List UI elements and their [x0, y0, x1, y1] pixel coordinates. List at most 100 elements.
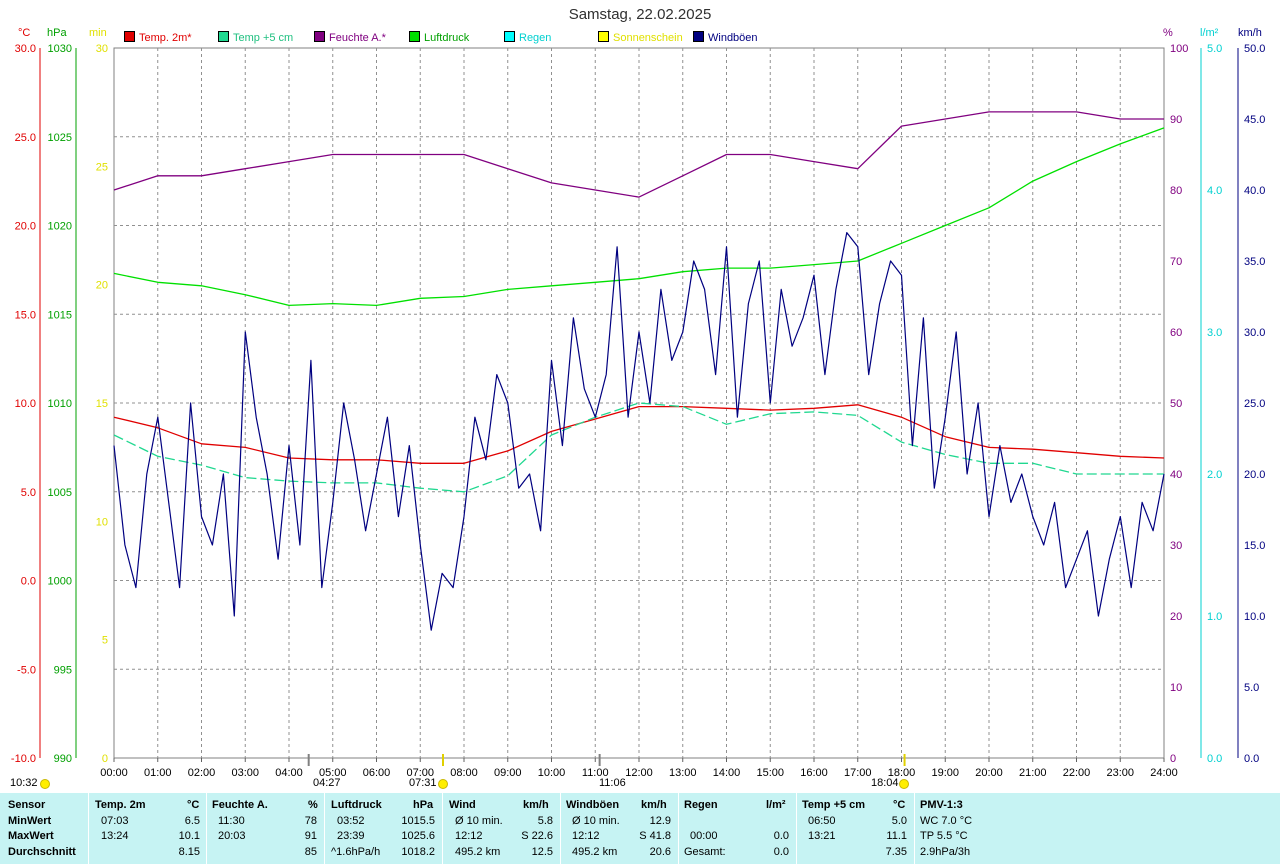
stats-header-unit: km/h	[641, 799, 667, 811]
x-tick-label: 08:00	[450, 767, 478, 779]
sunshine-tick-label: 5	[102, 635, 108, 647]
wind-tick-label: 35.0	[1244, 256, 1265, 268]
temp2m-max-time: 13:24	[101, 830, 129, 842]
wind-axis-header: km/h	[1238, 27, 1262, 39]
sunshine-axis-header: min	[89, 27, 107, 39]
wind-tick-label: 10.0	[1244, 611, 1265, 623]
wind-avg-value: 5.8	[537, 815, 553, 827]
humidity-tick-label: 30	[1170, 540, 1182, 552]
rain-tick-label: 1.0	[1207, 611, 1222, 623]
rain-tick-label: 0.0	[1207, 753, 1222, 765]
x-tick-label: 09:00	[494, 767, 522, 779]
weather-chart: 00:00 01:00 02:00 03:00 04:00 05:00 06:00 07:00…	[11, 43, 1266, 779]
wind-max-time: 12:12	[455, 830, 483, 842]
wind-mean-value: 12.5	[531, 846, 553, 858]
pressure-tick-label: 1010	[48, 398, 72, 410]
column-divider	[796, 793, 797, 864]
legend-item-gusts: Windböen	[693, 31, 758, 44]
temp-axis-header: °C	[18, 27, 31, 39]
pressure-tick-label: 990	[54, 753, 72, 765]
temp5cm-min-time: 06:50	[808, 815, 836, 827]
x-tick-label: 24:00	[1150, 767, 1178, 779]
humidity-tick-label: 80	[1170, 185, 1182, 197]
legend-label: Sonnenschein	[613, 32, 683, 44]
wind-tick-label: 30.0	[1244, 327, 1265, 339]
rain-axis-header: l/m²	[1200, 27, 1219, 39]
wind-tick-label: 20.0	[1244, 469, 1265, 481]
time-marker-low: 04:27	[313, 777, 341, 789]
column-divider	[88, 793, 89, 864]
stats-header-temp2m: Temp. 2m	[95, 799, 146, 811]
wind-tick-label: 45.0	[1244, 114, 1265, 126]
wind-tick-label: 15.0	[1244, 540, 1265, 552]
temp2m-avg-value: 8.15	[178, 846, 200, 858]
legend-swatch	[504, 31, 515, 42]
temp-tick-label: -10.0	[11, 753, 36, 765]
humidity-tick-label: 60	[1170, 327, 1182, 339]
humidity-min-value: 78	[304, 815, 317, 827]
rain-tick-label: 2.0	[1207, 469, 1222, 481]
stats-header-pmv: PMV-1:3	[920, 799, 963, 811]
x-tick-label: 13:00	[669, 767, 697, 779]
sunset-sun-icon	[899, 779, 909, 789]
x-tick-label: 19:00	[931, 767, 959, 779]
temp-tick-label: 20.0	[15, 221, 36, 233]
pressure-tick-label: 1025	[48, 132, 72, 144]
temp-tick-label: 0.0	[21, 576, 36, 588]
legend-swatch	[693, 31, 704, 42]
x-tick-label: 10:00	[538, 767, 566, 779]
rain-max-time: 00:00	[690, 830, 718, 842]
legend-label: Feuchte A.*	[329, 32, 386, 44]
temp5cm-max-time: 13:21	[808, 830, 836, 842]
x-tick-label: 04:00	[275, 767, 303, 779]
x-tick-label: 06:00	[363, 767, 391, 779]
humidity-min-time: 11:30	[218, 815, 245, 827]
x-tick-label: 14:00	[713, 767, 741, 779]
stats-header-unit: %	[308, 799, 318, 811]
x-tick-label: 17:00	[844, 767, 872, 779]
wind-max-value: S 22.6	[521, 830, 553, 842]
temp-tick-label: 5.0	[21, 487, 36, 499]
pressure-tick-label: 1015	[48, 309, 72, 321]
legend-label: Windböen	[708, 32, 758, 44]
temp5cm-max-value: 11.1	[886, 830, 907, 842]
sunrise-time: 07:31	[409, 777, 437, 789]
legend-swatch	[218, 31, 229, 42]
x-tick-label: 02:00	[188, 767, 216, 779]
stats-row-label: MinWert	[8, 815, 52, 827]
sunshine-tick-label: 10	[96, 516, 108, 528]
pressure-axis-header: hPa	[47, 27, 67, 39]
x-tick-label: 12:00	[625, 767, 653, 779]
rain-tick-label: 4.0	[1207, 185, 1222, 197]
pressure-tick-label: 1030	[48, 43, 72, 55]
stats-header-unit: °C	[893, 799, 906, 811]
stats-header-rain: Regen	[684, 799, 718, 811]
humidity-axis-header: %	[1163, 27, 1173, 39]
pressure-tick-label: 995	[54, 664, 72, 676]
x-tick-label: 23:00	[1106, 767, 1134, 779]
x-tick-label: 00:00	[100, 767, 128, 779]
temp-tick-label: 15.0	[15, 309, 36, 321]
humidity-tick-label: 10	[1170, 682, 1182, 694]
stats-header-sensor: Sensor	[8, 799, 46, 811]
humidity-max-value: 91	[304, 830, 317, 842]
pressure-min-value: 1015.5	[401, 815, 435, 827]
rain-total-label: Gesamt:	[684, 846, 726, 858]
column-divider	[678, 793, 679, 864]
x-tick-label: 22:00	[1063, 767, 1091, 779]
pressure-tendency: ^1.6hPa/h	[331, 846, 381, 858]
sunshine-tick-label: 0	[102, 753, 108, 765]
legend-label: Temp. 2m*	[139, 32, 192, 44]
stats-header-unit: l/m²	[766, 799, 786, 811]
statistics-table: Sensor MinWert MaxWert Durchschnitt Temp…	[0, 793, 1280, 864]
temp-tick-label: -5.0	[17, 664, 36, 676]
column-divider	[324, 793, 325, 864]
humidity-tick-label: 40	[1170, 469, 1182, 481]
stats-header-pressure: Luftdruck	[331, 799, 382, 811]
temp5cm-min-value: 5.0	[891, 815, 907, 827]
column-divider	[914, 793, 915, 864]
humidity-tick-label: 70	[1170, 256, 1182, 268]
legend-swatch	[314, 31, 325, 42]
humidity-tick-label: 90	[1170, 114, 1182, 126]
sunshine-tick-label: 20	[96, 280, 108, 292]
